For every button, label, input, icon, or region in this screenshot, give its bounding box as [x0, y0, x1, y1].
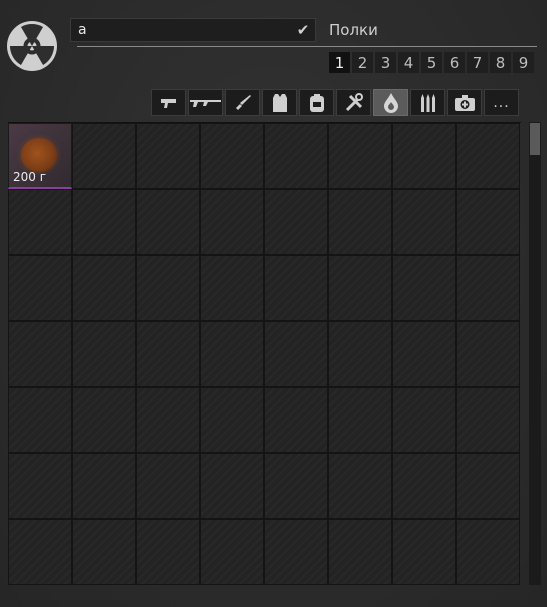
- shelf-pages: 1 2 3 4 5 6 7 8 9: [329, 52, 534, 73]
- inventory-slot[interactable]: [456, 321, 520, 387]
- page-5-button[interactable]: 5: [421, 52, 442, 73]
- inventory-slot[interactable]: [264, 255, 328, 321]
- page-6-button[interactable]: 6: [444, 52, 465, 73]
- inventory-slot[interactable]: [328, 387, 392, 453]
- inventory-slot[interactable]: [328, 321, 392, 387]
- inventory-slot[interactable]: [8, 255, 72, 321]
- scrollbar-thumb[interactable]: [530, 123, 540, 155]
- shelves-label: Полки: [329, 21, 378, 39]
- trade-window: ✔ Полки 1 2 3 4 5 6 7 8 9: [0, 0, 547, 607]
- inventory-slot[interactable]: [8, 453, 72, 519]
- inventory-slot[interactable]: [264, 387, 328, 453]
- page-1-button[interactable]: 1: [329, 52, 350, 73]
- inventory-slot[interactable]: [456, 255, 520, 321]
- filter-medkit-button[interactable]: [447, 89, 482, 116]
- inventory-slot[interactable]: [72, 519, 136, 585]
- filter-ammo-button[interactable]: [410, 89, 445, 116]
- more-icon: ...: [493, 94, 510, 111]
- pistol-icon: [160, 98, 176, 108]
- inventory-slot[interactable]: [136, 519, 200, 585]
- inventory-slot[interactable]: [264, 321, 328, 387]
- inventory-slot[interactable]: [200, 453, 264, 519]
- inventory-slot[interactable]: [136, 453, 200, 519]
- page-2-button[interactable]: 2: [352, 52, 373, 73]
- filter-knife-button[interactable]: [225, 89, 260, 116]
- inventory-slot[interactable]: [200, 255, 264, 321]
- inventory-slot[interactable]: [8, 189, 72, 255]
- inventory-slot[interactable]: [392, 321, 456, 387]
- inventory-slot[interactable]: [72, 321, 136, 387]
- search-input[interactable]: [71, 19, 291, 41]
- medkit-icon: [454, 94, 475, 111]
- inventory-slot[interactable]: [264, 123, 328, 189]
- inventory-slot[interactable]: [72, 453, 136, 519]
- radiation-logo-icon: [7, 21, 57, 71]
- filter-more-button[interactable]: ...: [484, 89, 519, 116]
- page-4-button[interactable]: 4: [398, 52, 419, 73]
- search-field[interactable]: ✔: [70, 18, 316, 42]
- page-3-button[interactable]: 3: [375, 52, 396, 73]
- brown-blob-icon: [21, 138, 57, 172]
- inventory-slot[interactable]: [136, 255, 200, 321]
- page-7-button[interactable]: 7: [467, 52, 488, 73]
- inventory-slot[interactable]: [328, 453, 392, 519]
- inventory-slot[interactable]: [456, 519, 520, 585]
- inventory-slot[interactable]: [264, 519, 328, 585]
- inventory-slot[interactable]: [200, 123, 264, 189]
- tools-icon: [345, 92, 363, 111]
- inventory-slot[interactable]: [72, 123, 136, 189]
- inventory-slot[interactable]: [136, 123, 200, 189]
- page-9-button[interactable]: 9: [513, 52, 534, 73]
- inventory-slot[interactable]: [200, 519, 264, 585]
- filter-artifact-button[interactable]: [373, 89, 408, 116]
- inventory-slot[interactable]: [264, 189, 328, 255]
- inventory-grid: 200 г: [8, 122, 521, 585]
- header-divider: [77, 46, 537, 47]
- inventory-slot[interactable]: [392, 255, 456, 321]
- inventory-scrollbar[interactable]: [529, 122, 541, 585]
- filter-tools-button[interactable]: [336, 89, 371, 116]
- inventory-slot[interactable]: [136, 189, 200, 255]
- category-filters: ...: [151, 89, 519, 116]
- inventory-slot[interactable]: [328, 123, 392, 189]
- inventory-slot[interactable]: [456, 453, 520, 519]
- inventory-item[interactable]: 200 г: [8, 123, 72, 189]
- filter-pistol-button[interactable]: [151, 89, 186, 116]
- filter-rifle-button[interactable]: [188, 89, 223, 116]
- inventory-slot[interactable]: [72, 255, 136, 321]
- inventory-slot[interactable]: [8, 519, 72, 585]
- armor-vest-icon: [272, 93, 287, 112]
- page-8-button[interactable]: 8: [490, 52, 511, 73]
- rifle-icon: [189, 99, 221, 107]
- knife-icon: [235, 94, 251, 110]
- inventory-slot[interactable]: [456, 123, 520, 189]
- inventory-slot[interactable]: [200, 321, 264, 387]
- inventory-slot[interactable]: [200, 387, 264, 453]
- inventory-slot[interactable]: [328, 519, 392, 585]
- inventory-slot[interactable]: [72, 189, 136, 255]
- inventory-slot[interactable]: [392, 189, 456, 255]
- inventory-slot[interactable]: [456, 387, 520, 453]
- inventory-slot[interactable]: [200, 189, 264, 255]
- inventory-slot[interactable]: [72, 387, 136, 453]
- item-quantity: 200 г: [13, 170, 47, 184]
- inventory-slot[interactable]: [328, 189, 392, 255]
- artifact-icon: [383, 92, 398, 113]
- inventory-slot[interactable]: [392, 519, 456, 585]
- filter-backpack-button[interactable]: [299, 89, 334, 116]
- inventory-slot[interactable]: [328, 255, 392, 321]
- backpack-icon: [309, 93, 324, 112]
- ammo-icon: [420, 93, 435, 112]
- inventory-slot[interactable]: [392, 387, 456, 453]
- inventory-slot[interactable]: [136, 321, 200, 387]
- inventory-slot[interactable]: [392, 123, 456, 189]
- inventory-slot[interactable]: [8, 387, 72, 453]
- inventory-slot[interactable]: [456, 189, 520, 255]
- inventory-slot[interactable]: [8, 321, 72, 387]
- filter-armor-button[interactable]: [262, 89, 297, 116]
- inventory-slot[interactable]: [136, 387, 200, 453]
- checkmark-icon[interactable]: ✔: [291, 19, 315, 41]
- inventory-slot[interactable]: [264, 453, 328, 519]
- inventory-slot[interactable]: [392, 453, 456, 519]
